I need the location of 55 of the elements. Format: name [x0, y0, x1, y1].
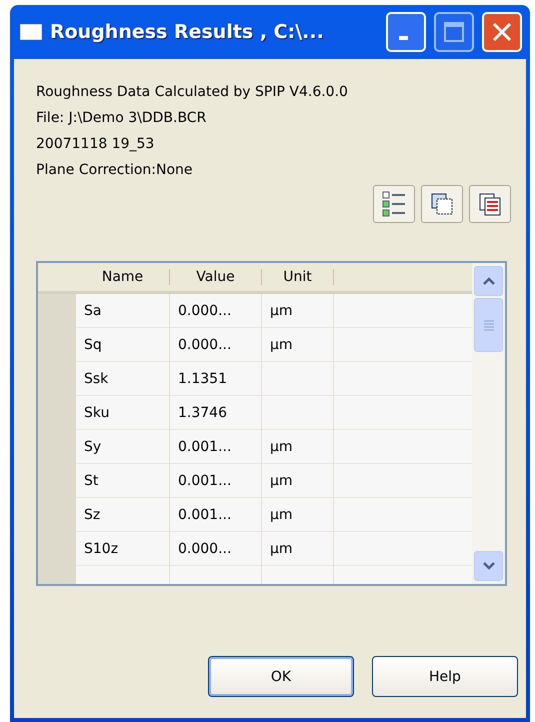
- table-cell: St: [76, 464, 170, 498]
- copy-icon: [430, 192, 454, 216]
- grip-icon: [484, 319, 494, 331]
- table-cell: 1.3746: [170, 396, 262, 430]
- maximize-icon: [443, 21, 465, 43]
- chevron-up-icon: [482, 276, 496, 286]
- scrollbar[interactable]: [472, 263, 505, 584]
- table-cell: µm: [262, 430, 334, 464]
- table-cell: µm: [262, 498, 334, 532]
- column-header[interactable]: Unit: [262, 269, 334, 285]
- table-cell: 0.001...: [170, 464, 262, 498]
- table-cell: Ssk: [76, 362, 170, 396]
- scroll-up-button[interactable]: [474, 266, 503, 296]
- table-cell: 1.1351: [170, 362, 262, 396]
- column-header[interactable]: Name: [76, 269, 170, 285]
- table-cell: 0.000...: [170, 328, 262, 362]
- list-settings-button[interactable]: [373, 185, 415, 223]
- table-cell: µm: [262, 294, 334, 328]
- table-cell: 0.000...: [170, 532, 262, 566]
- table-cell: 0.001...: [170, 430, 262, 464]
- table-cell: Sy: [76, 430, 170, 464]
- scroll-thumb[interactable]: [474, 298, 503, 352]
- table-cell: 0.000...: [170, 294, 262, 328]
- ok-button[interactable]: OK: [208, 656, 354, 697]
- help-button[interactable]: Help: [372, 656, 518, 697]
- table-cell: Sq: [76, 328, 170, 362]
- table-cell: [262, 396, 334, 430]
- table-cell: µm: [262, 532, 334, 566]
- table-cell: µm: [262, 328, 334, 362]
- chevron-down-icon: [482, 561, 496, 571]
- table-cell: 0.001...: [170, 498, 262, 532]
- minimize-icon: [398, 36, 408, 40]
- table-cell: Sz: [76, 498, 170, 532]
- info-text: Roughness Data Calculated by SPIP V4.6.0.0: [36, 83, 349, 102]
- report-button[interactable]: [469, 185, 511, 223]
- copy-button[interactable]: [421, 185, 463, 223]
- info-text: Plane Correction:None: [36, 161, 194, 180]
- maximize-button[interactable]: [434, 12, 474, 52]
- report-icon: [478, 192, 502, 216]
- info-text: 20071118 19_53: [36, 135, 156, 154]
- row-header[interactable]: [38, 294, 76, 328]
- minimize-button[interactable]: [386, 12, 426, 52]
- window-icon: [20, 24, 42, 40]
- table-cell: Sku: [76, 396, 170, 430]
- info-text: File: J:\Demo 3\DDB.BCR: [36, 109, 208, 128]
- column-header[interactable]: Value: [170, 269, 262, 285]
- scroll-down-button[interactable]: [474, 551, 503, 581]
- table-cell: [262, 362, 334, 396]
- close-icon: [491, 21, 513, 43]
- table-cell: S10z: [76, 532, 170, 566]
- table-cell: Sa: [76, 294, 170, 328]
- table-cell: µm: [262, 464, 334, 498]
- window-title: Roughness Results , C:\...: [50, 21, 325, 43]
- close-button[interactable]: [482, 12, 522, 52]
- checklist-icon: [382, 191, 406, 217]
